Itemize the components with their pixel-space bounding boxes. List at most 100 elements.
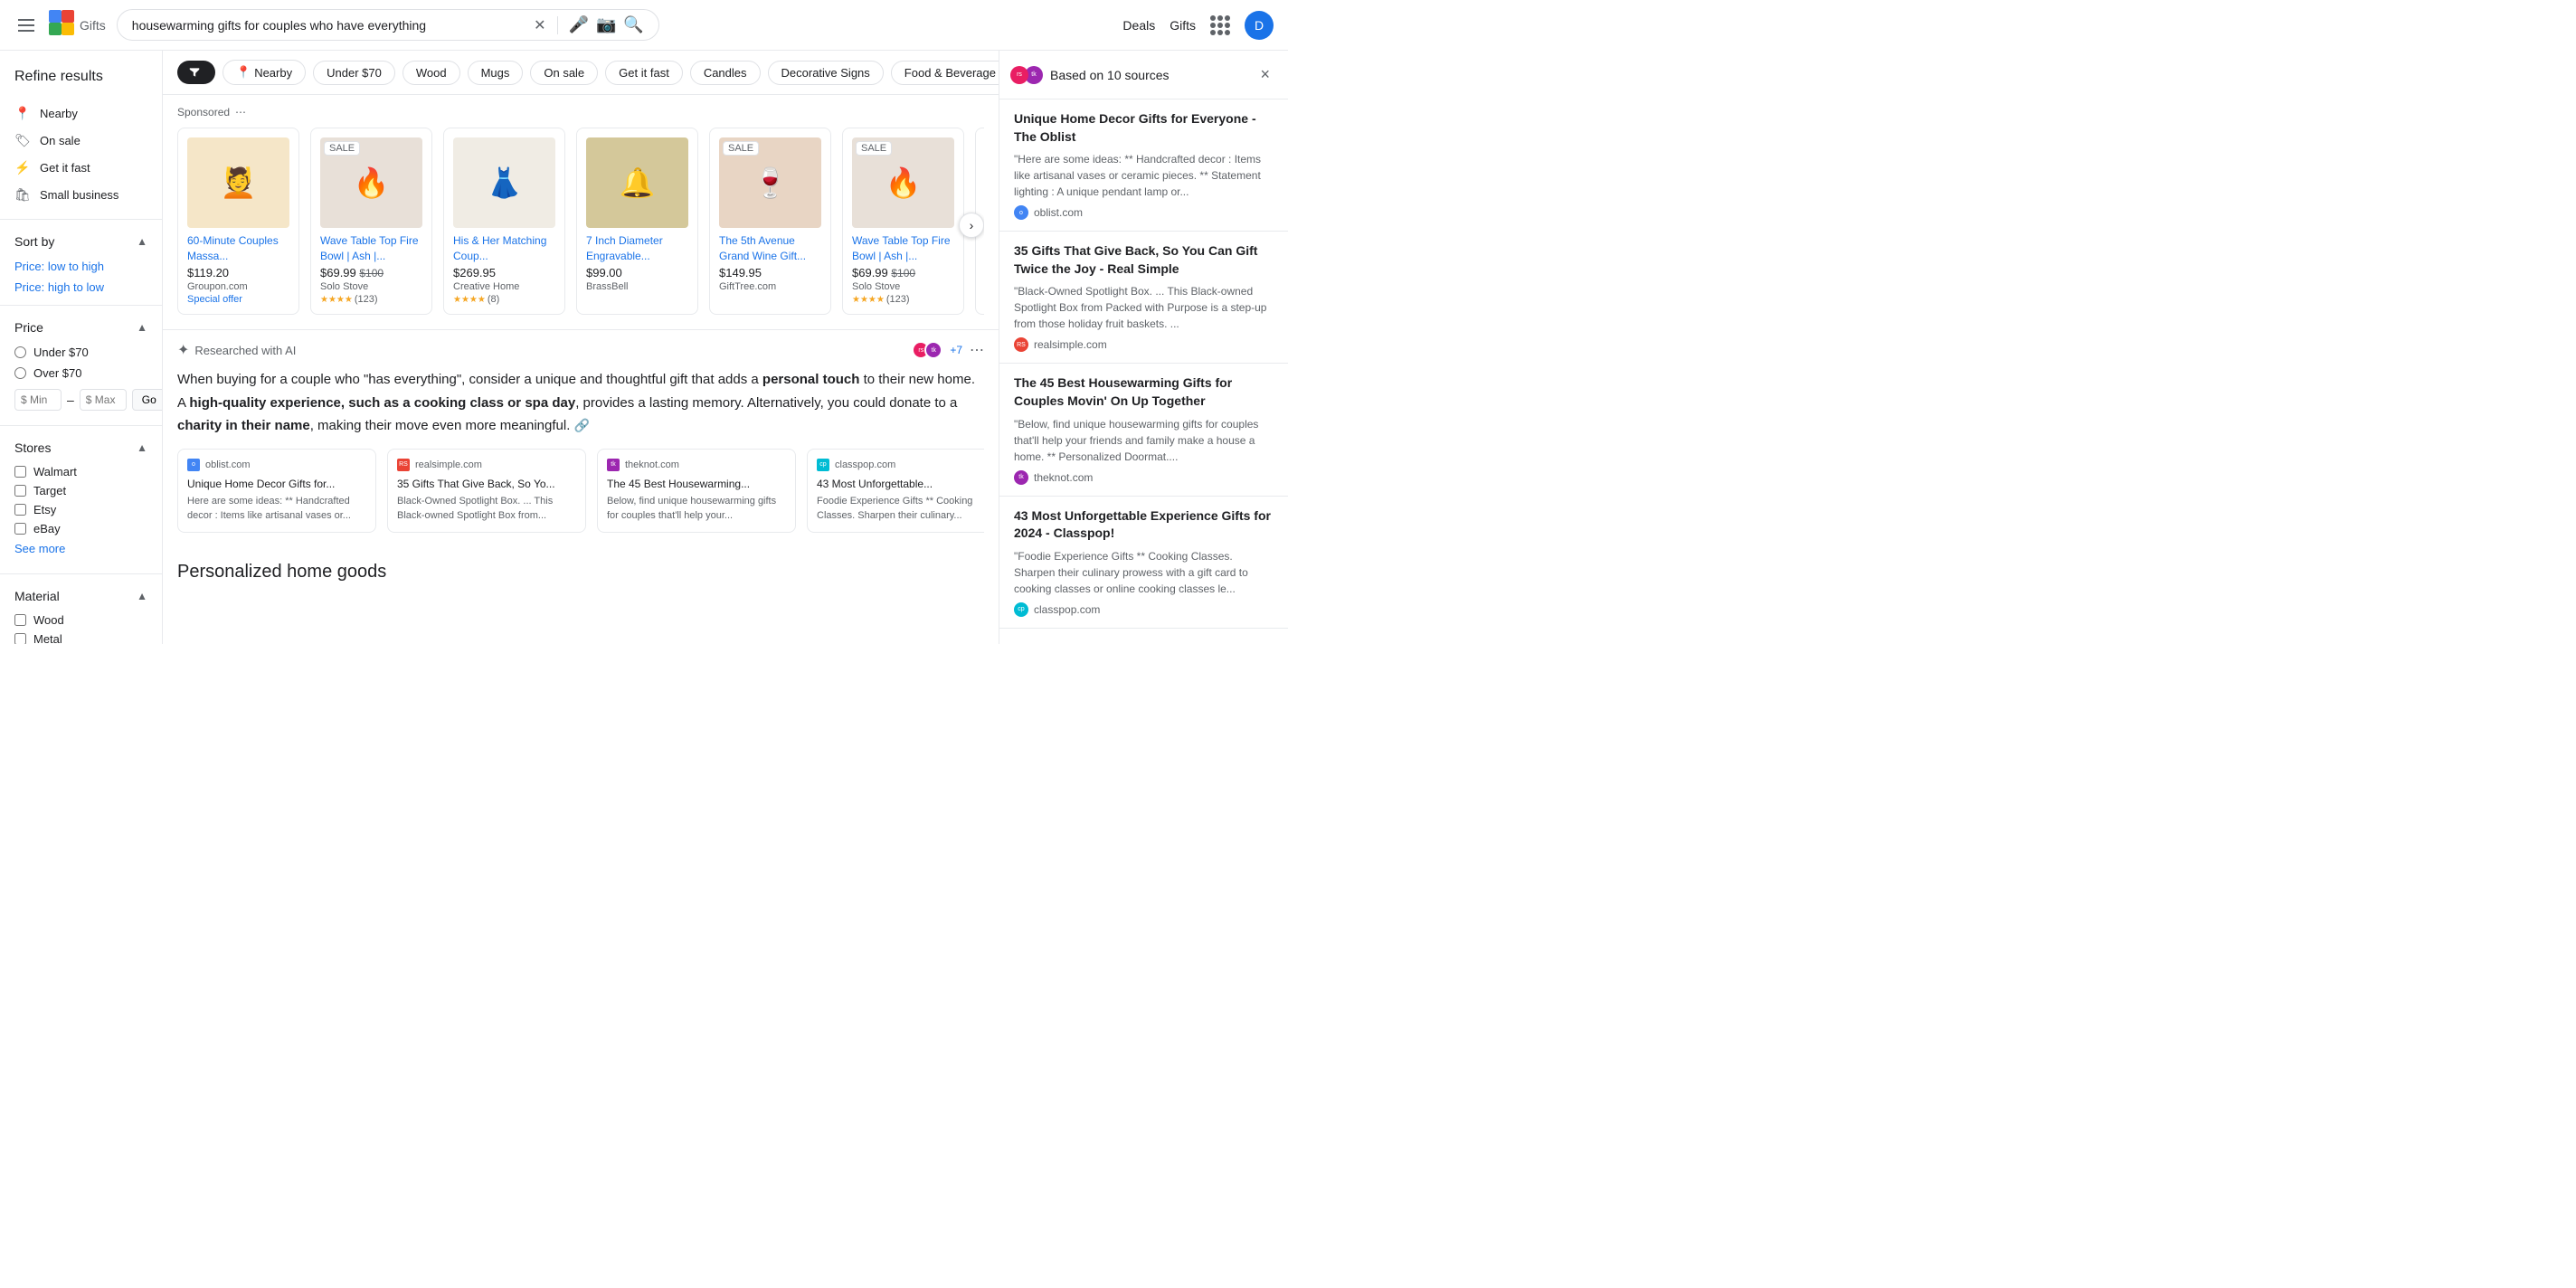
product-card-p2[interactable]: SALE 🔥 Wave Table Top Fire Bowl | Ash |.… — [310, 128, 432, 315]
nearby-icon: 📍 — [14, 105, 31, 121]
store-ebay[interactable]: eBay — [14, 519, 147, 538]
lens-icon[interactable]: 📷 — [596, 15, 616, 34]
store-walmart-checkbox[interactable] — [14, 466, 26, 478]
store-ebay-checkbox[interactable] — [14, 523, 26, 535]
store-etsy-checkbox[interactable] — [14, 504, 26, 516]
user-avatar[interactable]: D — [1245, 11, 1274, 40]
result-title-r3: The 45 Best Housewarming Gifts for Coupl… — [1014, 374, 1274, 410]
voice-icon[interactable]: 🎤 — [569, 15, 589, 34]
price-max-input[interactable] — [80, 389, 127, 411]
result-snippet-r2: "Black-Owned Spotlight Box. ... This Bla… — [1014, 283, 1274, 332]
source-card-s3[interactable]: tk theknot.com The 45 Best Housewarming.… — [597, 449, 796, 534]
result-card-r4[interactable]: 43 Most Unforgettable Experience Gifts f… — [999, 497, 1288, 629]
price-chevron: ▲ — [137, 321, 147, 334]
stores-section-header[interactable]: Stores ▲ — [0, 433, 162, 462]
store-target-checkbox[interactable] — [14, 485, 26, 497]
stores-see-more[interactable]: See more — [14, 538, 147, 559]
sidebar-item-small-business[interactable]: 🛍 Small business — [0, 181, 162, 208]
search-input[interactable] — [132, 18, 526, 33]
source-card-s1[interactable]: o oblist.com Unique Home Decor Gifts for… — [177, 449, 376, 534]
review-count-p6: (123) — [886, 294, 910, 305]
source-card-s2[interactable]: RS realsimple.com 35 Gifts That Give Bac… — [387, 449, 586, 534]
wood-chip-label: Wood — [416, 66, 447, 80]
search-bar: ✕ 🎤 📷 🔍 — [117, 9, 659, 41]
deals-link[interactable]: Deals — [1122, 18, 1155, 33]
price-over-70-radio[interactable] — [14, 367, 26, 379]
source-snippet-s2: Black-Owned Spotlight Box. ... This Blac… — [397, 495, 576, 523]
source-favicon-s4: cp — [817, 459, 829, 471]
sort-section-header[interactable]: Sort by ▲ — [0, 227, 162, 256]
store-walmart[interactable]: Walmart — [14, 462, 147, 481]
gifts-link[interactable]: Gifts — [1170, 18, 1196, 33]
filter-chip-get-it-fast[interactable]: Get it fast — [605, 61, 683, 85]
source-card-s4[interactable]: cp classpop.com 43 Most Unforgettable...… — [807, 449, 984, 534]
source-card-header-s3: tk theknot.com — [607, 459, 786, 471]
result-card-r1[interactable]: Unique Home Decor Gifts for Everyone - T… — [999, 99, 1288, 232]
search-action-icons: ✕ 🎤 📷 🔍 — [534, 15, 644, 34]
product-card-p3[interactable]: 👗 His & Her Matching Coup... $269.95 Cre… — [443, 128, 565, 315]
sidebar-item-on-sale[interactable]: 🏷 On sale — [0, 127, 162, 154]
price-go-button[interactable]: Go — [132, 389, 163, 411]
filter-icon-button[interactable] — [177, 61, 215, 84]
price-section-header[interactable]: Price ▲ — [0, 313, 162, 342]
apps-icon[interactable] — [1210, 15, 1230, 35]
result-card-r2[interactable]: 35 Gifts That Give Back, So You Can Gift… — [999, 232, 1288, 364]
product-card-p4[interactable]: 🔔 7 Inch Diameter Engravable... $99.00 B… — [576, 128, 698, 315]
filter-chip-under70[interactable]: Under $70 — [313, 61, 395, 85]
clear-icon[interactable]: ✕ — [534, 16, 545, 34]
filter-chip-wood[interactable]: Wood — [402, 61, 460, 85]
stars-p6: ★★★★ — [852, 295, 885, 305]
sort-price-low-high[interactable]: Price: low to high — [0, 256, 162, 277]
filter-bar: 📍 Nearby Under $70 Wood Mugs On sale Get… — [163, 51, 999, 95]
source-count[interactable]: +7 — [950, 344, 962, 356]
scroll-right-arrow[interactable]: › — [959, 213, 984, 238]
sort-price-high-low[interactable]: Price: high to low — [0, 277, 162, 298]
result-domain-r3: theknot.com — [1034, 471, 1093, 484]
google-shopping-logo[interactable]: Gifts — [49, 10, 106, 41]
product-card-p6[interactable]: SALE 🔥 Wave Table Top Fire Bowl | Ash |.… — [842, 128, 964, 315]
material-wood-label: Wood — [33, 613, 64, 627]
search-icon[interactable]: 🔍 — [623, 15, 643, 34]
filter-chip-on-sale[interactable]: On sale — [530, 61, 598, 85]
link-icon[interactable]: 🔗 — [574, 418, 590, 432]
source-cards: o oblist.com Unique Home Decor Gifts for… — [177, 449, 984, 537]
sidebar-title: Refine results — [0, 62, 162, 96]
sidebar-nav: 📍 Nearby 🏷 On sale ⚡ Get it fast 🛍 Small… — [0, 96, 162, 212]
filter-chip-food-beverage[interactable]: Food & Beverage Gift Baskets — [891, 61, 999, 85]
product-card-p1[interactable]: 💆 60-Minute Couples Massa... $119.20 Gro… — [177, 128, 299, 315]
filter-chip-candles[interactable]: Candles — [690, 61, 761, 85]
sidebar: Refine results 📍 Nearby 🏷 On sale ⚡ Get … — [0, 51, 163, 644]
material-wood-checkbox[interactable] — [14, 614, 26, 626]
menu-icon[interactable] — [14, 15, 38, 35]
price-range-separator: – — [67, 393, 74, 407]
product-card-p5[interactable]: SALE 🍷 The 5th Avenue Grand Wine Gift...… — [709, 128, 831, 315]
filter-chip-decorative-signs[interactable]: Decorative Signs — [768, 61, 884, 85]
based-on: rs tk Based on 10 sources — [1014, 66, 1170, 84]
material-section-header[interactable]: Material ▲ — [0, 582, 162, 611]
sidebar-item-nearby[interactable]: 📍 Nearby — [0, 99, 162, 127]
material-wood[interactable]: Wood — [14, 611, 147, 630]
price-over-70[interactable]: Over $70 — [14, 363, 147, 384]
review-count-p3: (8) — [488, 294, 499, 305]
filter-chip-mugs[interactable]: Mugs — [468, 61, 524, 85]
sponsored-text: Sponsored — [177, 106, 230, 118]
filter-chip-nearby[interactable]: 📍 Nearby — [223, 60, 306, 85]
material-metal-checkbox[interactable] — [14, 633, 26, 644]
ai-text-personal-touch: personal touch — [762, 372, 860, 387]
price-min-input[interactable] — [14, 389, 62, 411]
result-card-r3[interactable]: The 45 Best Housewarming Gifts for Coupl… — [999, 364, 1288, 496]
price-under-70-radio[interactable] — [14, 346, 26, 358]
product-store-p2: Solo Stove — [320, 281, 422, 292]
sidebar-item-get-it-fast[interactable]: ⚡ Get it fast — [0, 154, 162, 181]
store-target[interactable]: Target — [14, 481, 147, 500]
sale-badge-p5: SALE — [723, 141, 759, 156]
close-right-panel-button[interactable]: × — [1256, 62, 1274, 88]
sponsored-info-icon[interactable]: ⋯ — [235, 106, 246, 118]
price-under-70[interactable]: Under $70 — [14, 342, 147, 363]
store-etsy[interactable]: Etsy — [14, 500, 147, 519]
divider-1 — [0, 219, 162, 220]
ai-options-icon[interactable]: ⋯ — [970, 341, 984, 359]
source-title-s2: 35 Gifts That Give Back, So Yo... — [397, 477, 576, 492]
product-title-p1: 60-Minute Couples Massa... — [187, 233, 289, 262]
material-metal[interactable]: Metal — [14, 630, 147, 644]
